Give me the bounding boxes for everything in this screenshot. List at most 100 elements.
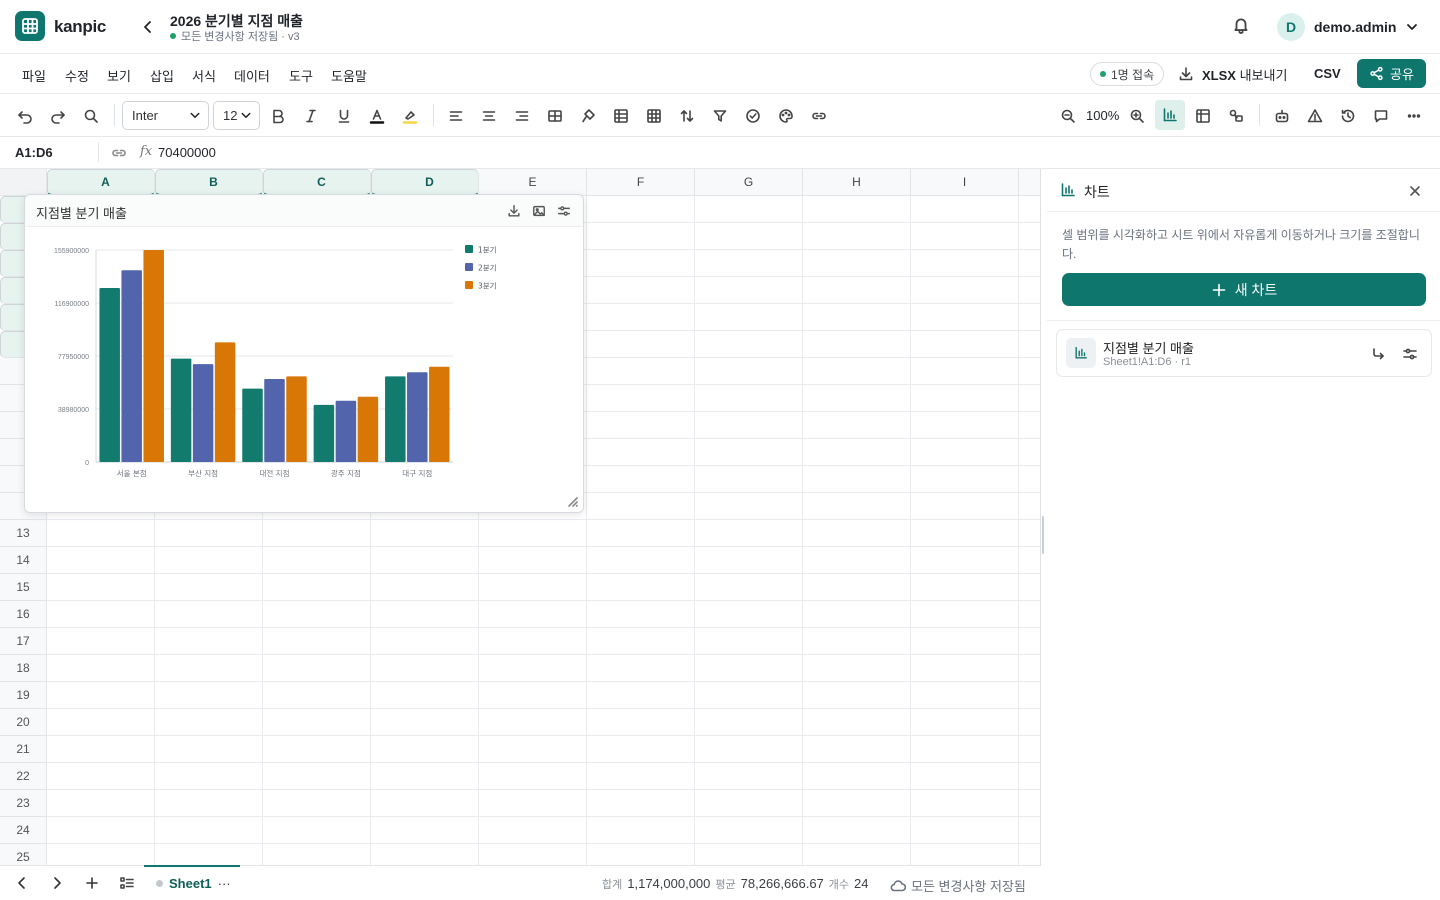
shapes-icon[interactable] xyxy=(1224,104,1248,128)
go-to-chart-icon[interactable] xyxy=(1370,346,1386,362)
row-header[interactable]: 21 xyxy=(0,736,47,763)
fill-color-icon[interactable] xyxy=(398,104,422,128)
resize-handle-icon[interactable] xyxy=(561,490,581,510)
row-header[interactable]: 24 xyxy=(0,817,47,844)
paint-format-icon[interactable] xyxy=(576,104,600,128)
chevron-down-icon[interactable] xyxy=(1404,19,1420,35)
palette-icon[interactable] xyxy=(774,104,798,128)
settings-sliders-icon[interactable] xyxy=(556,203,572,219)
undo-icon[interactable] xyxy=(13,104,37,128)
underline-icon[interactable] xyxy=(332,104,356,128)
user-name[interactable]: demo.admin xyxy=(1314,19,1396,35)
pivot-table-icon[interactable] xyxy=(1191,104,1215,128)
link-icon[interactable] xyxy=(807,104,831,128)
font-family-select[interactable]: Inter xyxy=(122,101,209,130)
settings-sliders-icon[interactable] xyxy=(1402,346,1418,362)
comment-icon[interactable] xyxy=(1369,104,1393,128)
align-center-icon[interactable] xyxy=(477,104,501,128)
align-right-icon[interactable] xyxy=(510,104,534,128)
download-icon[interactable] xyxy=(506,203,522,219)
warning-icon[interactable] xyxy=(1303,104,1327,128)
font-size-select[interactable]: 12 xyxy=(213,101,260,130)
menu-tools[interactable]: 도구 xyxy=(289,66,313,85)
link-icon[interactable] xyxy=(111,145,127,161)
select-all-corner[interactable] xyxy=(0,169,47,196)
bold-icon[interactable] xyxy=(266,104,290,128)
save-status: 모든 변경사항 저장됨 · v3 xyxy=(170,28,300,44)
image-export-icon[interactable] xyxy=(531,203,547,219)
menu-edit[interactable]: 수정 xyxy=(65,66,89,85)
history-icon[interactable] xyxy=(1336,104,1360,128)
row-header[interactable]: 14 xyxy=(0,547,47,574)
row-header[interactable]: 23 xyxy=(0,790,47,817)
merge-cells-icon[interactable] xyxy=(543,104,567,128)
row-header[interactable]: 17 xyxy=(0,628,47,655)
column-header-h[interactable]: H xyxy=(803,169,911,196)
notification-bell-icon[interactable] xyxy=(1231,15,1251,35)
chart-card[interactable]: 지점별 분기 매출 155900000 116900000 77950000 3898… xyxy=(24,194,584,513)
toolbar-divider xyxy=(433,104,434,126)
redo-icon[interactable] xyxy=(46,104,70,128)
search-icon[interactable] xyxy=(79,104,103,128)
menu-view[interactable]: 보기 xyxy=(107,66,131,85)
column-header-d[interactable]: D xyxy=(371,169,479,196)
column-header-g[interactable]: G xyxy=(695,169,803,196)
row-header[interactable]: 20 xyxy=(0,709,47,736)
sheet-tab-sheet1[interactable]: Sheet1 ··· xyxy=(144,865,240,900)
formula-input[interactable]: 70400000 xyxy=(158,145,216,160)
app-logo-icon[interactable] xyxy=(15,11,45,41)
prev-sheet-icon[interactable] xyxy=(14,875,30,891)
column-header-b[interactable]: B xyxy=(155,169,263,196)
presence-text: 1명 접속 xyxy=(1111,67,1155,82)
panel-resize-splitter[interactable] xyxy=(1042,516,1044,554)
menu-format[interactable]: 서식 xyxy=(192,66,216,85)
text-color-icon[interactable] xyxy=(365,104,389,128)
avatar[interactable]: D xyxy=(1277,13,1305,41)
export-label: 내보내기 xyxy=(1239,67,1288,83)
close-icon[interactable] xyxy=(1407,183,1423,199)
column-header-e[interactable]: E xyxy=(479,169,587,196)
menu-data[interactable]: 데이터 xyxy=(234,66,270,85)
sort-icon[interactable] xyxy=(675,104,699,128)
zoom-level[interactable]: 100% xyxy=(1086,108,1119,123)
chart-card-header[interactable]: 지점별 분기 매출 xyxy=(25,195,583,227)
cell-reference[interactable]: A1:D6 xyxy=(15,145,53,160)
next-sheet-icon[interactable] xyxy=(49,875,65,891)
column-header-c[interactable]: C xyxy=(263,169,371,196)
row-header[interactable]: 13 xyxy=(0,520,47,547)
row-header[interactable]: 18 xyxy=(0,655,47,682)
more-icon[interactable] xyxy=(1402,104,1426,128)
menu-file[interactable]: 파일 xyxy=(22,66,46,85)
sheet-more-button[interactable]: ··· xyxy=(218,876,231,891)
xlsx-export-button[interactable]: XLSX 내보내기 xyxy=(1178,64,1287,84)
borders-icon[interactable] xyxy=(609,104,633,128)
zoom-in-icon[interactable] xyxy=(1125,104,1149,128)
zoom-out-icon[interactable] xyxy=(1056,104,1080,128)
table-icon[interactable] xyxy=(642,104,666,128)
column-header-j[interactable] xyxy=(1019,169,1041,196)
new-chart-button[interactable]: 새 차트 xyxy=(1062,273,1426,306)
csv-export-button[interactable]: CSV xyxy=(1314,66,1341,81)
align-left-icon[interactable] xyxy=(444,104,468,128)
menu-insert[interactable]: 삽입 xyxy=(150,66,174,85)
italic-icon[interactable] xyxy=(299,104,323,128)
chart-list-item[interactable]: 지점별 분기 매출 Sheet1!A1:D6 · r1 xyxy=(1056,329,1432,377)
bot-icon[interactable] xyxy=(1270,104,1294,128)
sheet-list-icon[interactable] xyxy=(119,875,135,891)
share-button[interactable]: 공유 xyxy=(1357,59,1426,88)
row-header[interactable]: 15 xyxy=(0,574,47,601)
presence-badge[interactable]: 1명 접속 xyxy=(1090,62,1165,86)
validation-check-icon[interactable] xyxy=(741,104,765,128)
row-header[interactable]: 22 xyxy=(0,763,47,790)
filter-icon[interactable] xyxy=(708,104,732,128)
column-header-i[interactable]: I xyxy=(911,169,1019,196)
row-header[interactable]: 19 xyxy=(0,682,47,709)
back-chevron-icon[interactable] xyxy=(139,17,157,37)
row-header[interactable]: 25 xyxy=(0,844,47,865)
chart-panel-icon[interactable] xyxy=(1155,100,1185,130)
column-header-f[interactable]: F xyxy=(587,169,695,196)
row-header[interactable]: 16 xyxy=(0,601,47,628)
add-sheet-icon[interactable] xyxy=(84,875,100,891)
menu-help[interactable]: 도움말 xyxy=(331,66,367,85)
column-header-a[interactable]: A xyxy=(47,169,155,196)
